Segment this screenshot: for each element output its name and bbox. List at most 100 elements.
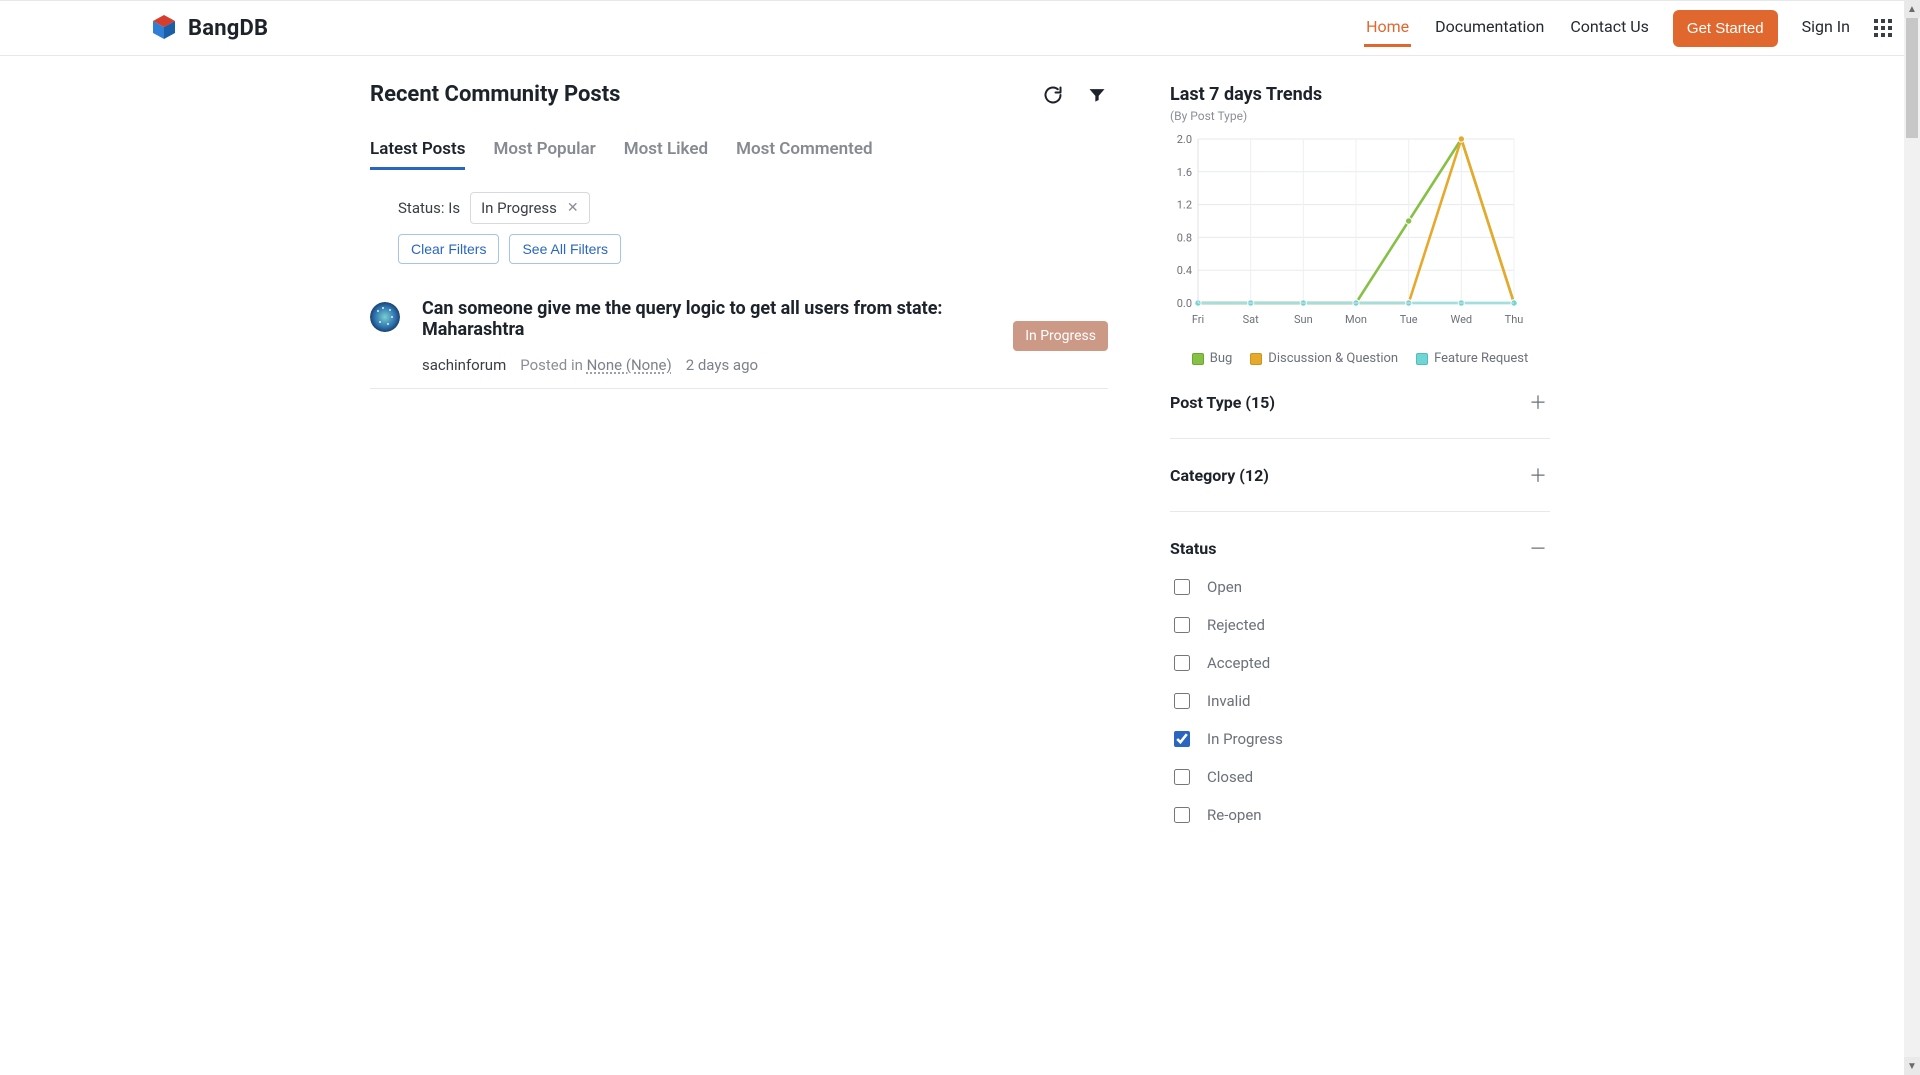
swatch-bug-icon <box>1192 353 1204 365</box>
facet-title: Status <box>1170 539 1216 558</box>
facet-header[interactable]: Post Type (15) ＋ <box>1170 390 1550 414</box>
legend-discussion-label: Discussion & Question <box>1268 351 1398 366</box>
expand-icon[interactable]: ＋ <box>1526 463 1550 487</box>
heading-tools <box>1042 84 1108 106</box>
sign-in-link[interactable]: Sign In <box>1800 9 1852 47</box>
filter-label: Status: Is <box>398 199 460 217</box>
get-started-button[interactable]: Get Started <box>1673 10 1778 47</box>
filter-row: Status: Is In Progress ✕ <box>398 192 1108 224</box>
scrollbar[interactable]: ▲ ▼ <box>1904 0 1920 1075</box>
swatch-discussion-icon <box>1250 353 1262 365</box>
heading-row: Recent Community Posts <box>370 82 1108 107</box>
nav-documentation[interactable]: Documentation <box>1433 9 1546 47</box>
main-nav: Home Documentation Contact Us Get Starte… <box>1364 9 1892 47</box>
content: Recent Community Posts Latest Posts Most… <box>370 56 1550 890</box>
status-item[interactable]: Open <box>1170 576 1550 598</box>
swatch-feature-icon <box>1416 353 1428 365</box>
status-label: Re-open <box>1207 806 1262 824</box>
status-label: Rejected <box>1207 616 1265 634</box>
tab-commented[interactable]: Most Commented <box>736 131 873 170</box>
post-status-badge: In Progress <box>1013 321 1108 351</box>
status-checkbox[interactable] <box>1174 769 1190 785</box>
status-checkbox[interactable] <box>1174 693 1190 709</box>
brand[interactable]: BangDB <box>148 14 268 42</box>
legend-discussion: Discussion & Question <box>1250 351 1398 366</box>
status-list: Open Rejected Accepted Invalid In Progress Cl… <box>1170 576 1550 826</box>
brand-name: BangDB <box>188 16 268 41</box>
status-checkbox[interactable] <box>1174 807 1190 823</box>
facet-status: Status － Open Rejected Accepted Invalid In P… <box>1170 512 1550 850</box>
legend-feature: Feature Request <box>1416 351 1528 366</box>
post-category-link[interactable]: None (None) <box>587 356 672 374</box>
scroll-thumb[interactable] <box>1906 18 1918 138</box>
status-item[interactable]: Accepted <box>1170 652 1550 674</box>
chart-legend: Bug Discussion & Question Feature Reques… <box>1170 351 1550 366</box>
legend-bug-label: Bug <box>1210 351 1233 366</box>
status-item[interactable]: Closed <box>1170 766 1550 788</box>
svg-text:Mon: Mon <box>1345 313 1367 326</box>
see-all-filters-button[interactable]: See All Filters <box>509 234 621 264</box>
filter-chip-value: In Progress <box>481 199 557 217</box>
aside-title: Last 7 days Trends <box>1170 84 1550 105</box>
status-checkbox[interactable] <box>1174 655 1190 671</box>
post-title[interactable]: Can someone give me the query logic to g… <box>422 298 1001 340</box>
scroll-down-icon[interactable]: ▼ <box>1904 1057 1920 1075</box>
right-column: Last 7 days Trends (By Post Type) 0.0 0.4… <box>1170 76 1550 850</box>
facet-post-type: Post Type (15) ＋ <box>1170 366 1550 439</box>
status-label: Invalid <box>1207 692 1250 710</box>
svg-text:0.4: 0.4 <box>1177 264 1192 277</box>
svg-text:Sun: Sun <box>1294 313 1313 326</box>
status-checkbox[interactable] <box>1174 731 1190 747</box>
collapse-icon[interactable]: － <box>1526 536 1550 560</box>
svg-text:Fri: Fri <box>1192 313 1204 326</box>
svg-text:Thu: Thu <box>1505 313 1524 326</box>
status-label: Open <box>1207 578 1242 596</box>
scroll-up-icon[interactable]: ▲ <box>1904 0 1920 18</box>
svg-text:Sat: Sat <box>1243 313 1260 326</box>
filter-icon <box>1087 85 1107 105</box>
status-checkbox[interactable] <box>1174 617 1190 633</box>
posts: Can someone give me the query logic to g… <box>370 292 1108 389</box>
facet-title: Post Type (15) <box>1170 393 1275 412</box>
tab-popular[interactable]: Most Popular <box>493 131 595 170</box>
facet-header[interactable]: Status － <box>1170 536 1550 560</box>
facet-header[interactable]: Category (12) ＋ <box>1170 463 1550 487</box>
left-column: Recent Community Posts Latest Posts Most… <box>370 76 1108 850</box>
apps-grid-icon[interactable] <box>1874 19 1892 37</box>
status-item[interactable]: Re-open <box>1170 804 1550 826</box>
tab-latest[interactable]: Latest Posts <box>370 131 465 170</box>
svg-text:Wed: Wed <box>1451 313 1473 326</box>
status-checkbox[interactable] <box>1174 579 1190 595</box>
filter-button[interactable] <box>1086 84 1108 106</box>
svg-text:1.2: 1.2 <box>1177 199 1192 212</box>
post-meta: sachinforum Posted in None (None) 2 days… <box>422 356 1001 374</box>
status-item[interactable]: Rejected <box>1170 614 1550 636</box>
svg-text:0.0: 0.0 <box>1177 297 1192 310</box>
clear-filters-button[interactable]: Clear Filters <box>398 234 499 264</box>
legend-feature-label: Feature Request <box>1434 351 1528 366</box>
avatar <box>370 302 400 332</box>
filter-chip[interactable]: In Progress ✕ <box>470 192 590 224</box>
status-label: In Progress <box>1207 730 1283 748</box>
topbar: BangDB Home Documentation Contact Us Get… <box>0 0 1920 56</box>
expand-icon[interactable]: ＋ <box>1526 390 1550 414</box>
post-author[interactable]: sachinforum <box>422 356 506 374</box>
nav-home[interactable]: Home <box>1364 9 1411 47</box>
status-item[interactable]: In Progress <box>1170 728 1550 750</box>
filters: Status: Is In Progress ✕ Clear Filters S… <box>398 192 1108 264</box>
aside-subtitle: (By Post Type) <box>1170 109 1550 123</box>
refresh-button[interactable] <box>1042 84 1064 106</box>
status-label: Accepted <box>1207 654 1270 672</box>
status-item[interactable]: Invalid <box>1170 690 1550 712</box>
nav-contact[interactable]: Contact Us <box>1568 9 1651 47</box>
page-title: Recent Community Posts <box>370 82 620 107</box>
scroll-track[interactable] <box>1906 18 1918 1057</box>
post-time: 2 days ago <box>686 356 758 374</box>
facet-category: Category (12) ＋ <box>1170 439 1550 512</box>
post-item[interactable]: Can someone give me the query logic to g… <box>370 292 1108 389</box>
svg-text:1.6: 1.6 <box>1177 166 1192 179</box>
brand-logo-icon <box>148 14 180 42</box>
svg-text:0.8: 0.8 <box>1177 231 1192 244</box>
tab-liked[interactable]: Most Liked <box>624 131 708 170</box>
chip-remove-icon[interactable]: ✕ <box>567 200 579 216</box>
